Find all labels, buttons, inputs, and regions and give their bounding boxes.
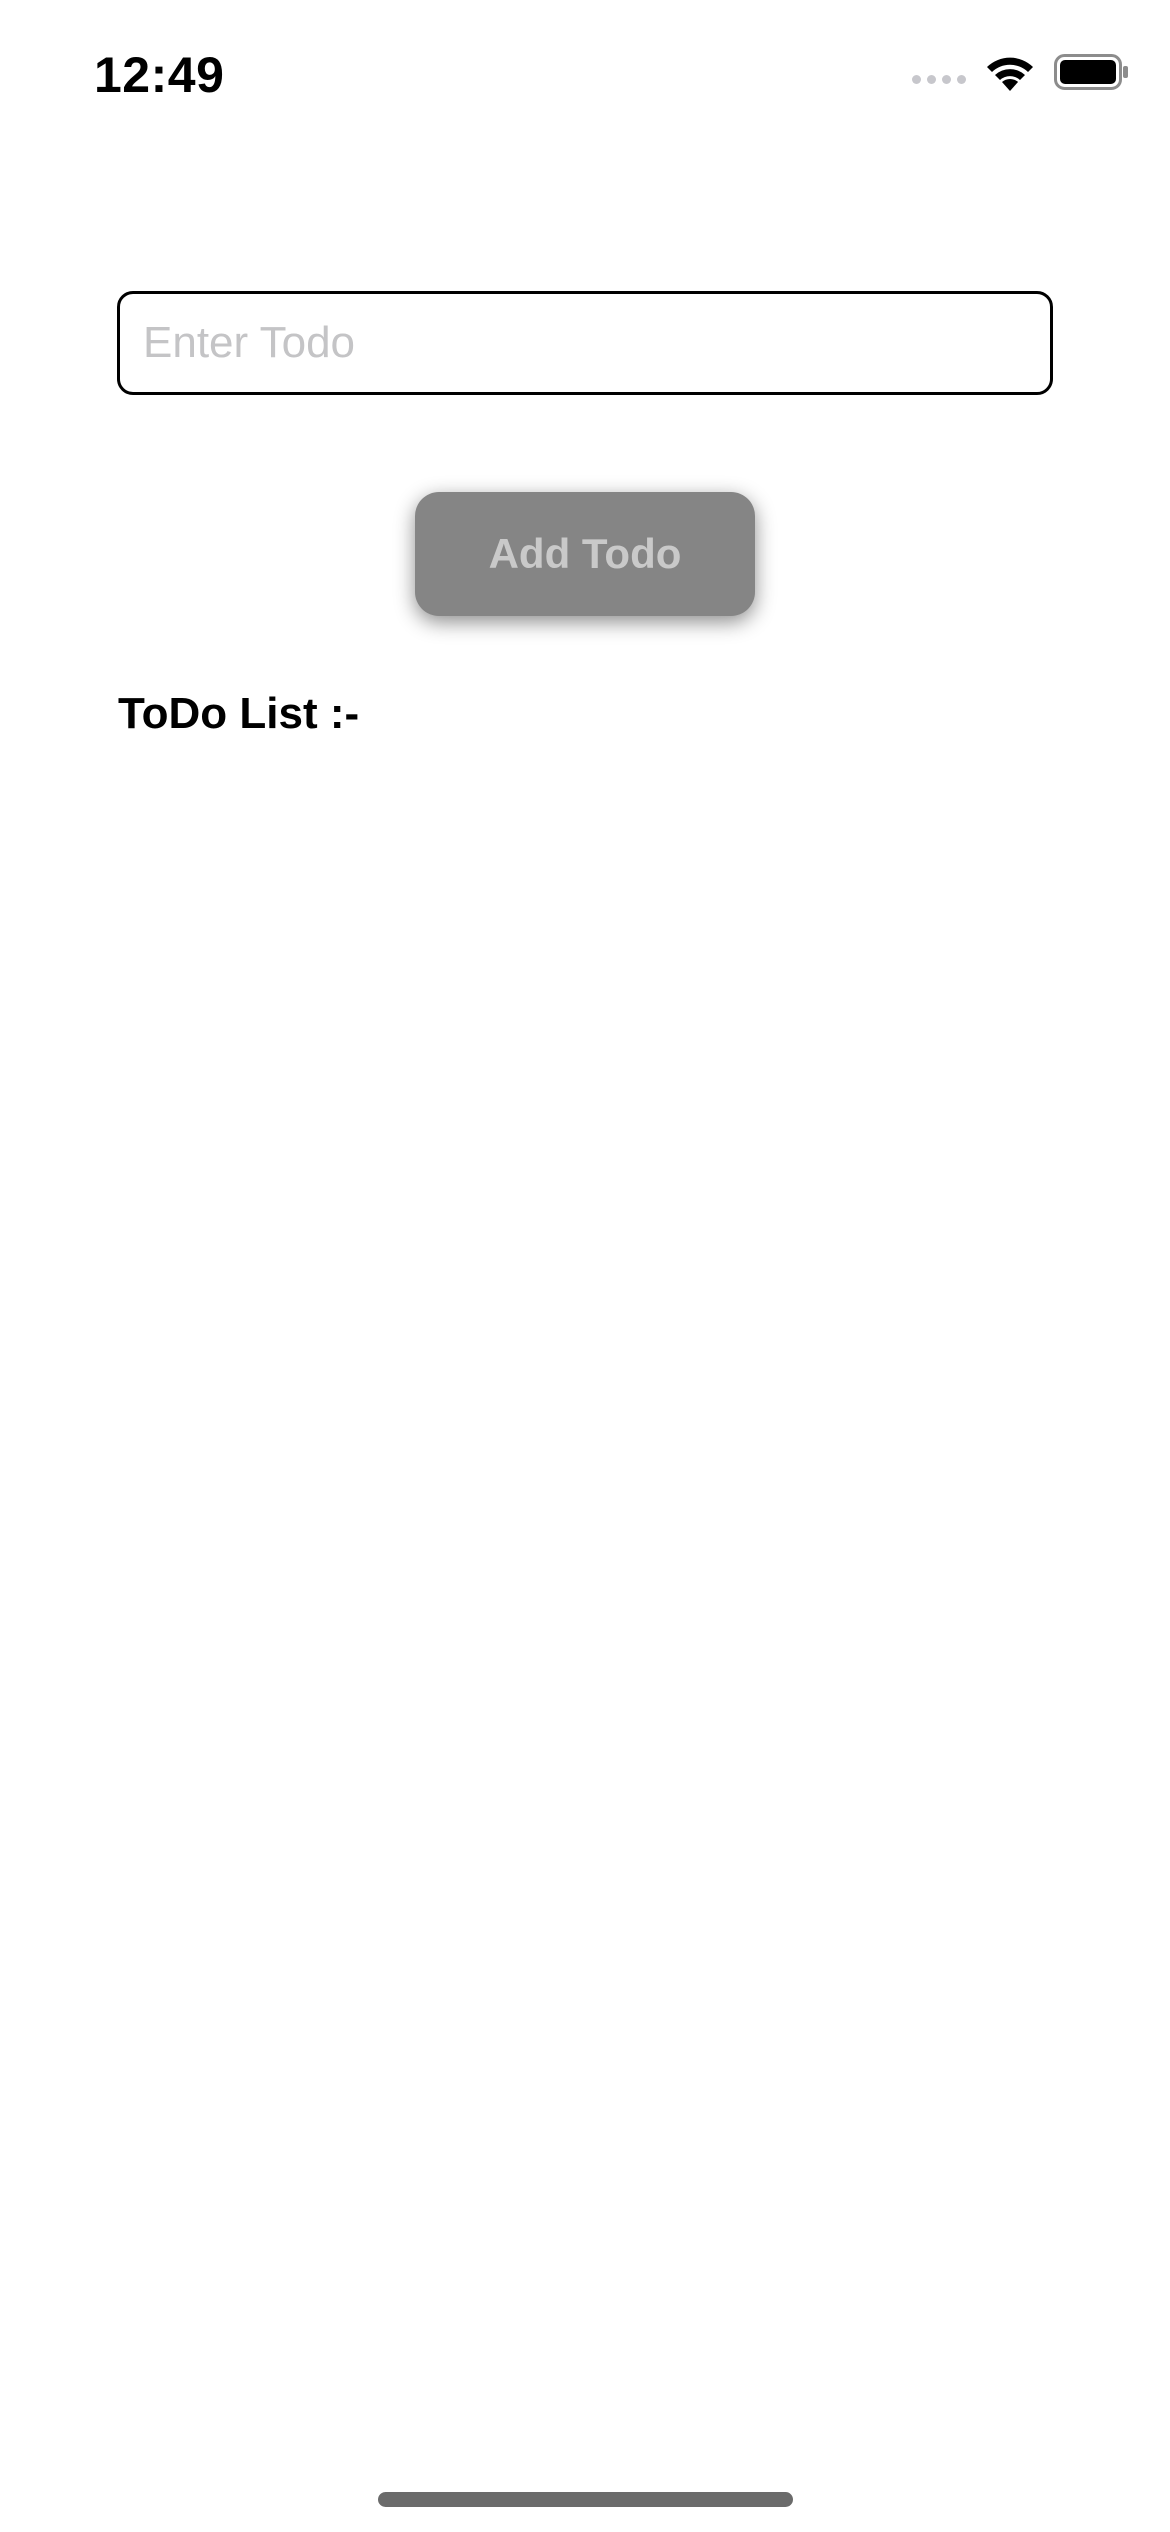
- add-todo-button[interactable]: Add Todo: [415, 492, 755, 616]
- status-bar-icons: [912, 50, 1130, 94]
- wifi-icon: [987, 57, 1033, 91]
- app-screen: 12:49 Add Todo ToDo List :-: [0, 0, 1170, 2532]
- cellular-signal-icon: [912, 50, 966, 94]
- status-bar-time: 12:49: [94, 47, 225, 103]
- todo-input[interactable]: [117, 291, 1053, 395]
- todo-list-heading: ToDo List :-: [118, 689, 360, 738]
- battery-icon: [1054, 54, 1128, 90]
- home-indicator[interactable]: [378, 2492, 793, 2507]
